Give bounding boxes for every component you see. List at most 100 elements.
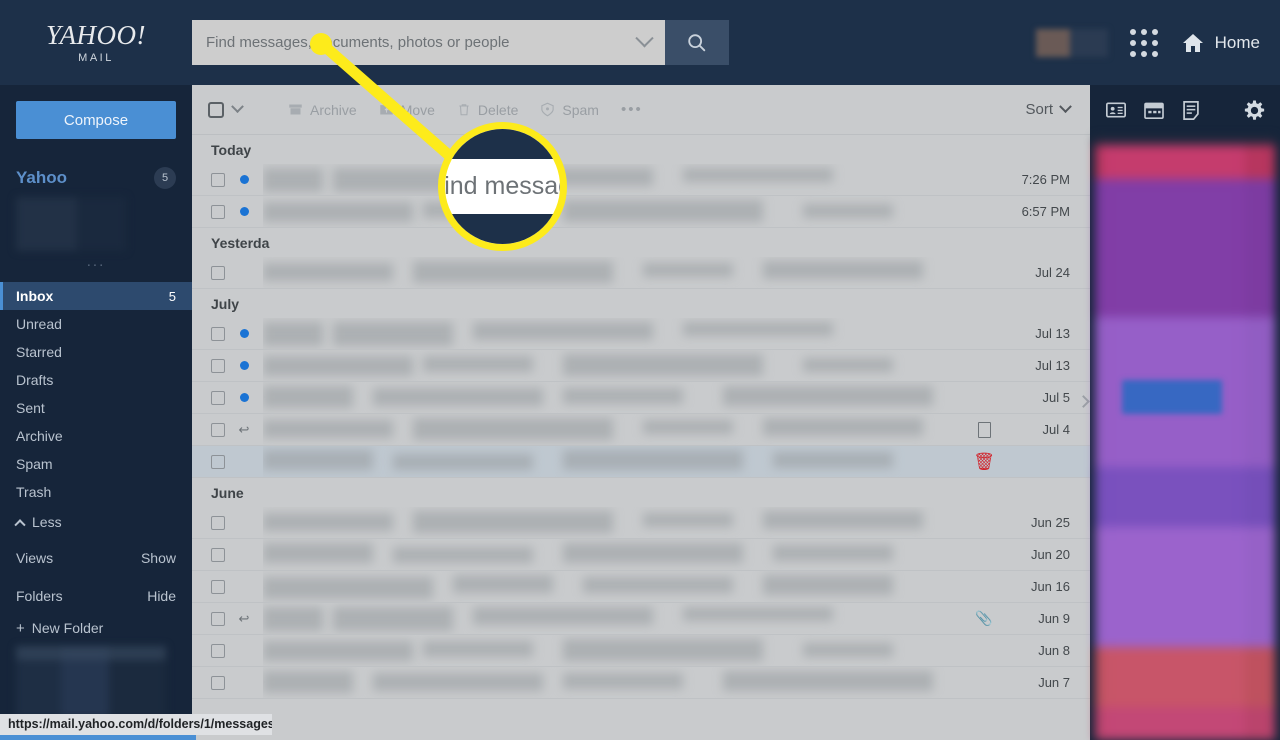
reply-icon[interactable]: ↩ [225,611,263,627]
calendar-icon[interactable] [1144,101,1164,119]
search-input[interactable] [206,34,632,51]
message-content-blurred[interactable] [263,446,974,477]
new-folder-button[interactable]: + New Folder [16,620,176,636]
unread-dot-icon[interactable] [239,393,249,402]
folders-hide-action[interactable]: Hide [147,588,176,604]
gear-icon[interactable] [1243,99,1266,122]
search-button[interactable] [665,20,729,65]
message-checkbox[interactable] [211,675,225,690]
home-link[interactable]: Home [1180,31,1260,55]
message-row[interactable]: Jul 24 [192,257,1090,289]
delete-button[interactable]: Delete [457,102,518,118]
message-checkbox[interactable] [211,579,225,594]
more-actions-button[interactable]: ••• [621,101,643,118]
message-row[interactable]: Jun 8 [192,635,1090,667]
message-checkbox[interactable] [211,326,225,341]
unread-dot[interactable] [225,361,263,370]
message-checkbox[interactable] [211,265,225,280]
sidebar-item-trash[interactable]: Trash [0,478,192,506]
unread-dot[interactable] [225,329,263,338]
archive-button[interactable]: Archive [288,102,357,118]
document-icon[interactable] [974,421,994,438]
unread-dot-icon[interactable] [239,175,249,184]
message-checkbox[interactable] [211,643,225,658]
reply-icon[interactable]: ↩ [225,422,263,438]
chevron-down-icon[interactable] [635,29,654,48]
unread-dot[interactable] [225,175,263,184]
message-content-blurred[interactable] [263,635,974,666]
account-row[interactable]: Yahoo 5 [16,167,176,189]
contacts-card-icon[interactable] [1106,102,1126,118]
redacted-text-block [453,575,553,593]
message-checkbox[interactable] [211,515,225,530]
message-row[interactable]: ↩ Jul 4 [192,414,1090,446]
message-row[interactable]: Jun 7 [192,667,1090,699]
views-show-action[interactable]: Show [141,550,176,566]
notepad-icon[interactable] [1182,100,1200,120]
unread-dot[interactable] [225,207,263,216]
message-content-blurred[interactable] [263,539,974,570]
message-checkbox[interactable] [211,454,225,469]
yahoo-mail-logo[interactable]: YAHOO! MAIL [0,0,192,85]
message-checkbox[interactable] [211,611,225,626]
message-row[interactable]: Jun 16 [192,571,1090,603]
message-row[interactable]: 7:26 PM [192,164,1090,196]
compose-button[interactable]: Compose [16,101,176,139]
sidebar-item-starred[interactable]: Starred [0,338,192,366]
message-content-blurred[interactable] [263,257,974,288]
search-box[interactable] [192,20,665,65]
message-content-blurred[interactable] [263,507,974,538]
message-checkbox[interactable] [211,358,225,373]
sidebar-item-less[interactable]: Less [0,508,192,536]
unread-dot[interactable] [225,393,263,402]
message-content-blurred[interactable] [263,382,974,413]
sidebar-item-spam[interactable]: Spam [0,450,192,478]
advertisement-blurred[interactable] [1095,137,1275,740]
sort-button[interactable]: Sort [1025,100,1072,118]
select-all-chevron-down-icon[interactable] [231,100,244,114]
message-row[interactable]: Jul 13 [192,350,1090,382]
sidebar-item-sent[interactable]: Sent [0,394,192,422]
message-row[interactable]: Jul 13 [192,318,1090,350]
message-checkbox[interactable] [211,390,225,405]
message-row[interactable]: Jun 20 [192,539,1090,571]
message-row[interactable]: Jun 25 [192,507,1090,539]
message-checkbox[interactable] [211,172,225,187]
message-checkbox[interactable] [211,204,225,219]
unread-dot-icon[interactable] [239,207,249,216]
ad-cta-button-blurred[interactable] [1122,380,1222,414]
trash-icon[interactable]: 🗑 [973,452,995,472]
message-checkbox[interactable] [211,422,225,437]
bottom-scroll-indicator[interactable] [0,735,196,740]
message-list[interactable]: Today 7:26 PM 6:57 PM Yesterda Jul 24 July Jul… [192,135,1090,740]
message-content-blurred[interactable] [263,667,974,698]
unread-dot-icon[interactable] [239,329,249,338]
views-row[interactable]: Views Show [16,550,176,566]
sidebar-item-archive[interactable]: Archive [0,422,192,450]
message-content-blurred[interactable] [263,350,974,381]
user-account-blurred[interactable] [1035,28,1108,57]
message-row[interactable]: ↩ 📎 Jun 9 [192,603,1090,635]
folders-row[interactable]: Folders Hide [16,588,176,604]
sidebar-item-drafts[interactable]: Drafts [0,366,192,394]
message-row[interactable]: 6:57 PM [192,196,1090,228]
unread-dot-icon[interactable] [239,361,249,370]
paperclip-icon[interactable]: 📎 [974,610,994,627]
message-content-blurred[interactable] [263,571,974,602]
message-content-blurred[interactable] [263,164,974,195]
message-checkbox[interactable] [211,547,225,562]
select-all-checkbox[interactable] [208,101,224,118]
sidebar-item-unread[interactable]: Unread [0,310,192,338]
account-more-dots[interactable]: ... [16,253,176,270]
custom-folders-blurred[interactable] [16,646,166,718]
move-button[interactable]: Move [379,102,435,118]
message-content-blurred[interactable] [263,196,974,227]
spam-button[interactable]: Spam [540,102,599,118]
message-content-blurred[interactable] [263,318,974,349]
apps-grid-icon[interactable] [1129,28,1158,57]
message-row[interactable]: 🗑 [192,446,1090,478]
message-content-blurred[interactable] [263,414,974,445]
sidebar-item-inbox[interactable]: Inbox 5 [0,282,192,310]
message-row[interactable]: Jul 5 [192,382,1090,414]
message-content-blurred[interactable] [263,603,974,634]
